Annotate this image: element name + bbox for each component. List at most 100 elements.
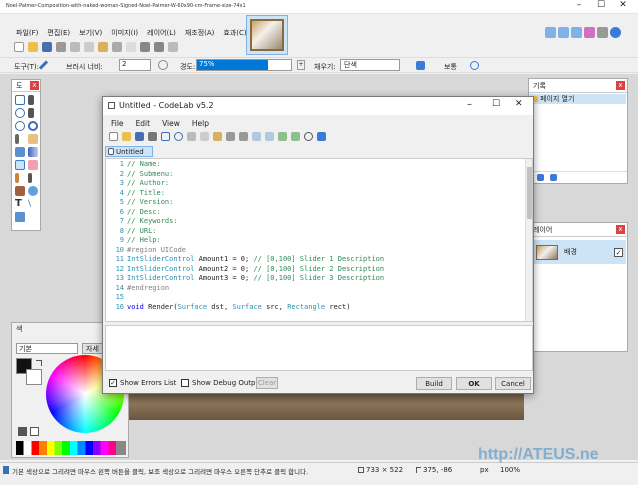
- run-icon[interactable]: [174, 132, 183, 141]
- secondary-color-swatch[interactable]: [26, 369, 42, 385]
- save-dll-icon[interactable]: [148, 132, 157, 141]
- recolor-icon[interactable]: [28, 186, 38, 196]
- copy-code-icon[interactable]: [200, 132, 209, 141]
- gradient-icon[interactable]: [28, 147, 38, 157]
- brush-tool-icon[interactable]: [38, 60, 49, 70]
- codelab-maximize[interactable]: ☐: [492, 99, 500, 109]
- editor-vscroll-thumb[interactable]: [527, 167, 532, 219]
- tools-toggle-icon[interactable]: [545, 27, 556, 38]
- unit-select[interactable]: px: [480, 466, 489, 474]
- new-file-icon[interactable]: [109, 132, 118, 141]
- outdent-icon[interactable]: [265, 132, 274, 141]
- hardness-slider[interactable]: 75%: [196, 59, 292, 71]
- history-toggle-icon[interactable]: [558, 27, 569, 38]
- ui-designer-icon[interactable]: [161, 132, 170, 141]
- crop-icon[interactable]: [112, 42, 122, 52]
- blend-mode-icon[interactable]: [416, 61, 425, 70]
- pencil-icon[interactable]: [15, 173, 19, 183]
- antialias-icon[interactable]: [158, 60, 168, 70]
- hardness-spin[interactable]: +: [297, 60, 305, 70]
- shapes-icon[interactable]: [15, 212, 25, 222]
- minimize-button[interactable]: –: [572, 0, 586, 14]
- eraser-icon[interactable]: [28, 160, 38, 170]
- zoom-icon[interactable]: [28, 121, 38, 131]
- codelab-close[interactable]: ✕: [515, 99, 523, 109]
- settings-icon[interactable]: [597, 27, 608, 38]
- cancel-button[interactable]: Cancel: [495, 377, 531, 390]
- open-file-icon[interactable]: [122, 132, 131, 141]
- debug-icon[interactable]: [317, 132, 326, 141]
- rect-select-icon[interactable]: [15, 95, 25, 105]
- layer-visibility-checkbox[interactable]: ✓: [614, 247, 623, 257]
- undo-code-icon[interactable]: [226, 132, 235, 141]
- code-editor[interactable]: 1 2 3 4 5 6 7 8 9 10 11 12 13 14 15 16 // Name:// Subme…: [105, 158, 533, 322]
- clone-stamp-icon[interactable]: [15, 186, 25, 196]
- menu-view[interactable]: 보기(V): [79, 28, 102, 40]
- menu-adjust[interactable]: 재조정(A): [185, 28, 215, 40]
- close-button[interactable]: ✕: [616, 0, 630, 14]
- show-errors-checkbox[interactable]: ✓: [109, 379, 117, 387]
- history-close-icon[interactable]: x: [616, 81, 625, 90]
- cut-icon[interactable]: [70, 42, 80, 52]
- move-selected-icon[interactable]: [28, 108, 34, 118]
- layers-toggle-icon[interactable]: [571, 27, 582, 38]
- color-picker-icon[interactable]: [28, 173, 32, 183]
- menu-edit[interactable]: 편집(E): [47, 28, 70, 40]
- menu-file[interactable]: 파일(F): [16, 28, 38, 40]
- palette-add-icon[interactable]: [30, 427, 39, 436]
- undo-icon[interactable]: [140, 42, 150, 52]
- indent-icon[interactable]: [252, 132, 261, 141]
- menu-layer[interactable]: 레이어(L): [147, 28, 176, 40]
- redo-code-icon[interactable]: [239, 132, 248, 141]
- clear-button[interactable]: Clear: [256, 377, 278, 389]
- print-icon[interactable]: [56, 42, 66, 52]
- layer-row[interactable]: 배경 ✓: [530, 240, 626, 264]
- save-icon[interactable]: [42, 42, 52, 52]
- blend-mode-label[interactable]: 보통: [444, 62, 457, 72]
- maximize-button[interactable]: ☐: [594, 0, 608, 14]
- codelab-menu-edit[interactable]: Edit: [136, 119, 151, 128]
- undo-history-icon[interactable]: [537, 174, 544, 181]
- paste-code-icon[interactable]: [213, 132, 222, 141]
- output-area[interactable]: [105, 325, 533, 371]
- paintbrush-icon[interactable]: [15, 160, 25, 170]
- fill-select[interactable]: 단색: [340, 59, 400, 71]
- build-button[interactable]: Build: [416, 377, 452, 390]
- help-icon[interactable]: [610, 27, 621, 38]
- redo-icon[interactable]: [154, 42, 164, 52]
- new-icon[interactable]: [14, 42, 24, 52]
- codelab-minimize[interactable]: –: [467, 99, 472, 110]
- lasso-icon[interactable]: [15, 108, 25, 118]
- codelab-menu-help[interactable]: Help: [192, 119, 209, 128]
- codelab-tab[interactable]: Untitled: [105, 146, 153, 157]
- show-debug-checkbox[interactable]: [181, 379, 189, 387]
- uncomment-icon[interactable]: [291, 132, 300, 141]
- comment-icon[interactable]: [278, 132, 287, 141]
- swap-colors-icon[interactable]: [36, 360, 42, 366]
- codelab-menu-file[interactable]: File: [111, 119, 124, 128]
- search-icon[interactable]: [304, 132, 313, 141]
- ellipse-select-icon[interactable]: [15, 121, 25, 131]
- text-icon[interactable]: T: [15, 199, 25, 209]
- open-icon[interactable]: [28, 42, 38, 52]
- brush-width-input[interactable]: 2: [119, 59, 151, 71]
- alpha-icon[interactable]: [470, 61, 479, 70]
- paint-bucket-icon[interactable]: [15, 147, 25, 157]
- zoom-value[interactable]: 100%: [500, 466, 520, 474]
- image-tab-thumbnail[interactable]: [246, 15, 288, 55]
- color-mode-select[interactable]: 기본: [16, 343, 78, 354]
- redo-history-icon[interactable]: [550, 174, 557, 181]
- layers-close-icon[interactable]: x: [616, 225, 625, 234]
- menu-image[interactable]: 이미지(I): [111, 28, 138, 40]
- editor-vscrollbar[interactable]: [525, 159, 532, 321]
- save-file-icon[interactable]: [135, 132, 144, 141]
- ok-button[interactable]: OK: [456, 377, 492, 390]
- cut-code-icon[interactable]: [187, 132, 196, 141]
- palette-options-icon[interactable]: [18, 427, 27, 436]
- menu-effects[interactable]: 효과(C): [223, 28, 246, 40]
- colors-toggle-icon[interactable]: [584, 27, 595, 38]
- codelab-menu-view[interactable]: View: [162, 119, 180, 128]
- move-selection-icon[interactable]: [28, 95, 34, 105]
- history-item[interactable]: 페이지 열기: [530, 94, 626, 104]
- palette-swatches[interactable]: [16, 441, 126, 455]
